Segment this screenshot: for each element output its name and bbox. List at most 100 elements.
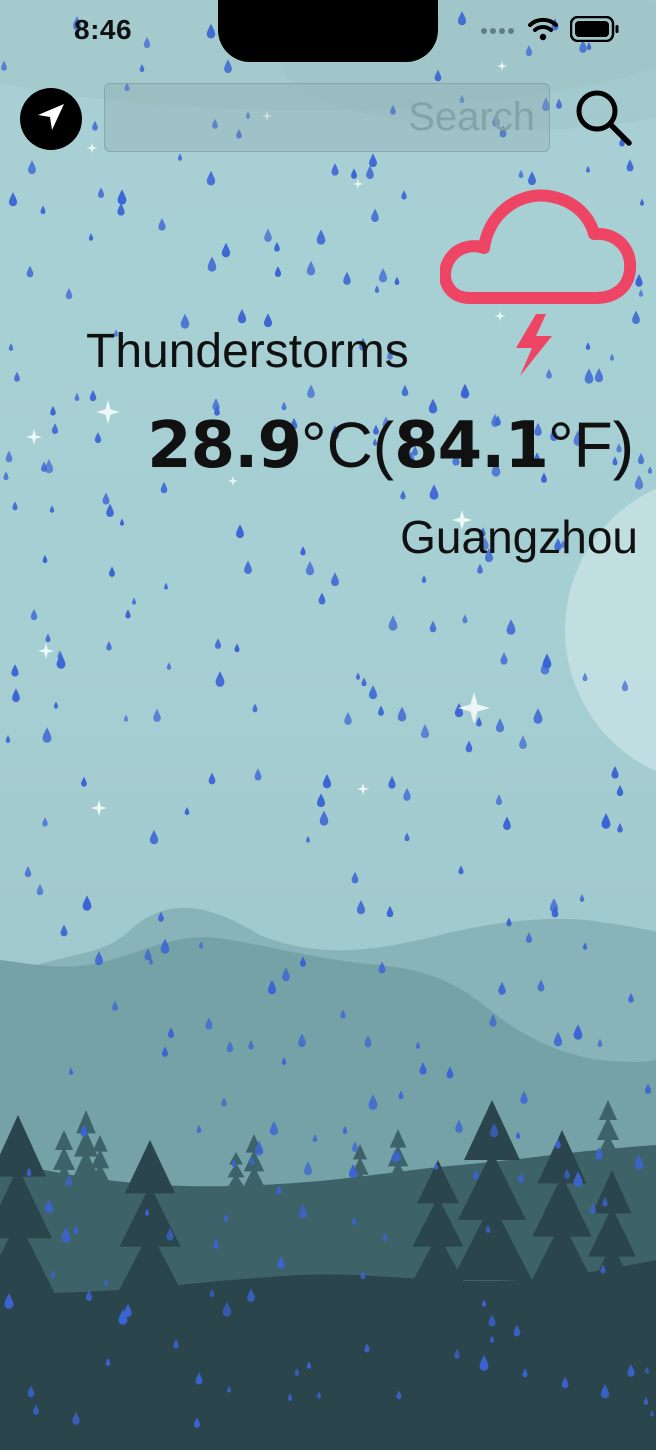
raindrop	[125, 609, 131, 619]
raindrop	[74, 392, 80, 402]
raindrop	[8, 192, 18, 207]
raindrop	[5, 735, 11, 743]
raindrop	[164, 582, 168, 590]
raindrop	[369, 153, 377, 168]
raindrop	[106, 503, 114, 517]
raindrop	[236, 524, 244, 539]
raindrop	[12, 501, 18, 511]
raindrop	[42, 816, 48, 827]
raindrop	[647, 466, 653, 474]
raindrop	[264, 228, 272, 242]
raindrop	[316, 229, 326, 245]
raindrop	[634, 474, 644, 490]
raindrop	[252, 703, 258, 713]
raindrop	[386, 905, 394, 918]
raindrop	[477, 563, 483, 574]
raindrop	[351, 168, 357, 179]
raindrop	[305, 560, 315, 576]
raindrop	[586, 165, 590, 173]
raindrop	[355, 672, 361, 680]
magnifier-icon	[572, 86, 634, 153]
raindrop	[601, 813, 611, 829]
raindrop	[51, 423, 59, 435]
raindrop	[403, 787, 411, 801]
raindrop	[5, 450, 13, 463]
raindrop	[506, 619, 516, 635]
raindrop	[49, 505, 55, 513]
raindrop	[626, 159, 634, 172]
raindrop	[500, 652, 508, 665]
raindrop	[177, 153, 183, 161]
raindrop	[378, 267, 388, 283]
raindrop	[344, 711, 352, 725]
raindrop	[106, 641, 112, 651]
raindrop	[397, 706, 407, 722]
raindrop	[460, 383, 470, 399]
raindrop	[53, 701, 59, 709]
raindrop	[462, 614, 468, 624]
raindrop	[637, 453, 645, 465]
raindrop	[306, 835, 310, 843]
raindrop	[394, 276, 400, 286]
raindrop	[420, 724, 430, 739]
raindrop	[40, 205, 46, 215]
raindrop	[503, 816, 511, 831]
status-bar-time: 8:46	[74, 14, 133, 45]
raindrop	[184, 806, 190, 816]
raindrop	[94, 432, 102, 444]
raindrop	[14, 371, 20, 382]
raindrop	[12, 688, 20, 703]
search-button[interactable]	[570, 86, 636, 152]
raindrop	[124, 714, 128, 722]
raindrop	[616, 784, 624, 797]
raindrop	[368, 685, 378, 700]
raindrop	[214, 638, 222, 649]
raindrop	[307, 384, 315, 399]
raindrop	[401, 384, 409, 397]
raindrop	[366, 165, 374, 180]
weather-screen: 8:46 Search Thunderstorms 28.9°C(84.1°F)…	[0, 0, 656, 1450]
raindrop	[274, 266, 282, 278]
raindrop	[274, 241, 280, 252]
raindrop	[421, 575, 427, 583]
signal-dots-icon	[480, 23, 516, 41]
raindrop	[318, 592, 326, 605]
raindrop	[401, 190, 407, 200]
raindrop	[465, 740, 473, 753]
sparkle	[91, 800, 107, 816]
raindrop	[331, 572, 339, 587]
raindrop	[361, 677, 367, 687]
temperature-celsius-unit: °C(	[300, 409, 395, 481]
search-input[interactable]	[104, 83, 550, 152]
sparkle	[87, 143, 97, 153]
raindrop	[28, 160, 36, 175]
raindrop	[638, 289, 644, 297]
temperature-fahrenheit-value: 84.1	[394, 409, 549, 483]
raindrop	[81, 776, 87, 787]
raindrop	[65, 287, 73, 300]
battery-icon	[569, 15, 620, 47]
raindrop	[458, 865, 464, 875]
raindrop	[533, 708, 543, 724]
raindrop	[30, 608, 38, 621]
location-arrow-icon	[34, 100, 68, 139]
raindrop	[206, 170, 216, 186]
raindrop	[639, 198, 645, 206]
raindrop	[378, 705, 384, 716]
raindrop	[207, 256, 217, 272]
raindrop	[215, 671, 225, 687]
raindrop	[3, 471, 9, 481]
raindrop	[24, 865, 32, 878]
raindrop	[371, 208, 379, 222]
raindrop	[579, 894, 585, 902]
temperature-celsius-value: 28.9	[147, 409, 302, 483]
raindrop	[400, 490, 406, 500]
location-button[interactable]	[20, 88, 82, 150]
raindrop	[102, 492, 110, 505]
raindrop	[429, 484, 439, 500]
raindrop	[11, 664, 19, 677]
raindrop	[331, 163, 339, 176]
raindrop	[254, 768, 262, 781]
raindrop	[476, 716, 482, 727]
raindrop	[92, 120, 98, 131]
